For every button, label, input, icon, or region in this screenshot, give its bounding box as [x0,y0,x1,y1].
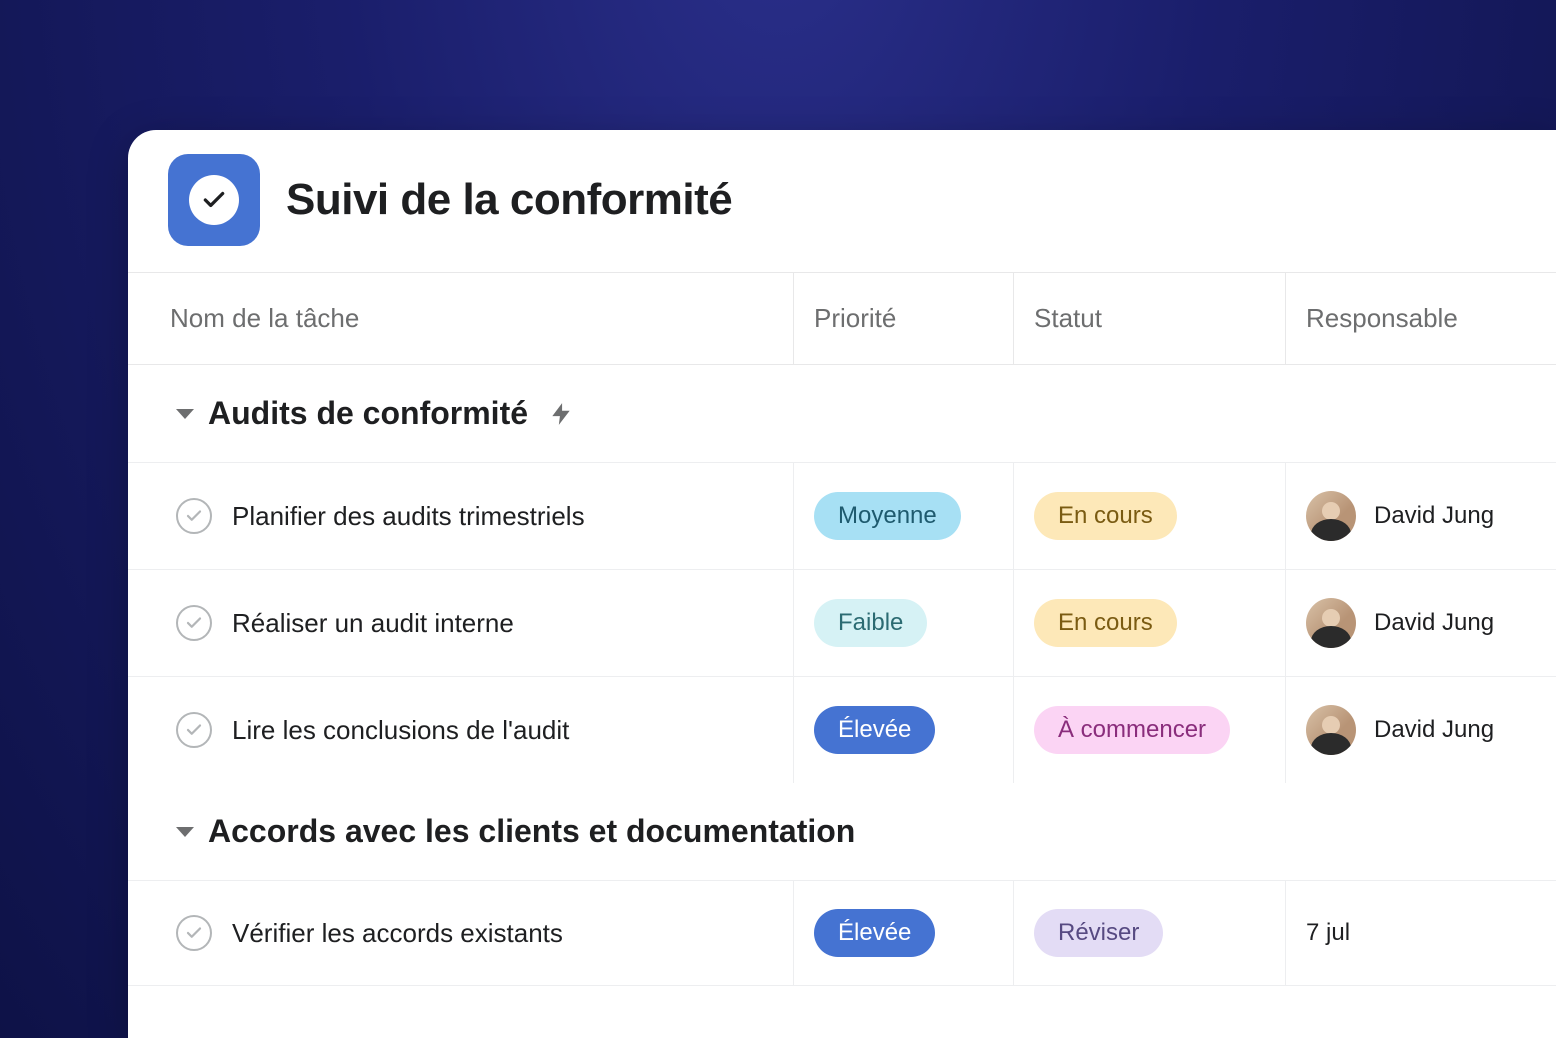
section-header-audits[interactable]: Audits de conformité [128,365,1556,462]
chevron-down-icon [176,827,194,837]
col-header-responsible[interactable]: Responsable [1286,273,1556,364]
check-icon [201,187,227,213]
page-title: Suivi de la conformité [286,175,732,225]
column-headers-row: Nom de la tâche Priorité Statut Responsa… [128,272,1556,365]
project-header: Suivi de la conformité [128,130,1556,272]
task-name: Planifier des audits trimestriels [232,501,585,532]
col-header-status[interactable]: Statut [1014,273,1286,364]
project-card: Suivi de la conformité Nom de la tâche P… [128,130,1556,1038]
priority-pill[interactable]: Élevée [814,909,935,957]
responsible-date: 7 jul [1306,919,1350,947]
responsible-name: David Jung [1374,502,1494,530]
task-row[interactable]: Réaliser un audit interne Faible En cour… [128,569,1556,676]
priority-pill[interactable]: Faible [814,599,927,647]
avatar [1306,491,1356,541]
complete-task-toggle[interactable] [176,498,212,534]
bolt-icon [548,401,574,427]
project-icon [168,154,260,246]
chevron-down-icon [176,409,194,419]
task-row[interactable]: Planifier des audits trimestriels Moyenn… [128,462,1556,569]
status-pill[interactable]: En cours [1034,599,1177,647]
complete-task-toggle[interactable] [176,712,212,748]
section-header-accords[interactable]: Accords avec les clients et documentatio… [128,783,1556,880]
status-pill[interactable]: À commencer [1034,706,1230,754]
section-title: Accords avec les clients et documentatio… [208,813,855,850]
responsible-name: David Jung [1374,609,1494,637]
col-header-task[interactable]: Nom de la tâche [128,273,794,364]
complete-task-toggle[interactable] [176,605,212,641]
avatar [1306,705,1356,755]
task-name: Vérifier les accords existants [232,918,563,949]
avatar [1306,598,1356,648]
status-pill[interactable]: Réviser [1034,909,1163,957]
task-row[interactable]: Lire les conclusions de l'audit Élevée À… [128,676,1556,783]
task-name: Lire les conclusions de l'audit [232,715,569,746]
complete-task-toggle[interactable] [176,915,212,951]
responsible-name: David Jung [1374,716,1494,744]
task-row[interactable]: Vérifier les accords existants Élevée Ré… [128,880,1556,986]
task-name: Réaliser un audit interne [232,608,514,639]
section-title: Audits de conformité [208,395,528,432]
priority-pill[interactable]: Moyenne [814,492,961,540]
priority-pill[interactable]: Élevée [814,706,935,754]
col-header-priority[interactable]: Priorité [794,273,1014,364]
status-pill[interactable]: En cours [1034,492,1177,540]
